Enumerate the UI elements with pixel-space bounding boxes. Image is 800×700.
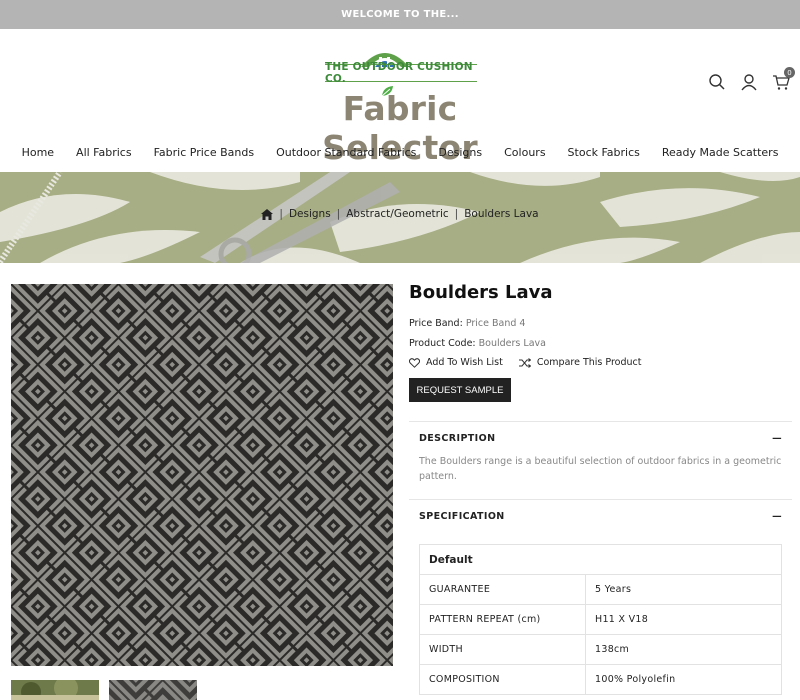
breadcrumb-current: Boulders Lava [464,208,539,220]
nav-colours[interactable]: Colours [493,139,556,171]
nav-all-fabrics[interactable]: All Fabrics [65,139,143,171]
description-toggle[interactable]: DESCRIPTION — [409,422,792,454]
breadcrumb-abstract-geometric[interactable]: Abstract/Geometric [346,208,448,220]
spec-group-heading: Default [419,544,782,575]
breadcrumb-separator: | [279,208,283,220]
product-info: Boulders Lava Price Band: Price Band 4 P… [409,280,792,402]
user-icon[interactable] [740,73,758,91]
nav-designs[interactable]: Designs [427,139,493,171]
table-row: GUARANTEE 5 Years [419,574,782,605]
spec-label: GUARANTEE [419,574,586,605]
site-header: THE OUTDOOR CUSHION CO. Fabric Selector … [0,29,800,167]
product-thumbnail-2[interactable] [109,680,197,700]
add-to-wishlist-button[interactable]: Add To Wish List [409,357,503,368]
product-thumbnail-1[interactable] [11,680,99,700]
heart-icon [409,357,420,368]
breadcrumb-separator: | [454,208,459,220]
table-row: PATTERN REPEAT (cm) H11 X V18 [419,604,782,635]
product-title: Boulders Lava [409,282,553,303]
nav-home[interactable]: Home [11,139,65,171]
price-band-value: Price Band 4 [465,318,526,329]
site-logo[interactable]: THE OUTDOOR CUSHION CO. Fabric Selector [270,43,530,167]
specification-table: Default GUARANTEE 5 Years PATTERN REPEAT… [419,544,782,695]
header-actions: 0 [708,67,795,91]
description-section: DESCRIPTION — The Boulders range is a be… [409,421,792,494]
spec-value: 100% Polyolefin [585,664,782,695]
wishlist-label: Add To Wish List [426,357,503,368]
spec-label: WIDTH [419,634,586,665]
price-band-row: Price Band: Price Band 4 [409,318,792,329]
compare-button[interactable]: Compare This Product [518,357,642,368]
shuffle-icon [518,357,531,368]
product-main-image[interactable] [11,284,393,666]
product-code-row: Product Code: Boulders Lava [409,338,792,349]
cart-count-badge: 0 [784,67,795,78]
spec-value: 138cm [585,634,782,665]
description-heading: DESCRIPTION [419,432,496,444]
price-band-label: Price Band: [409,318,463,329]
description-text: The Boulders range is a beautiful select… [419,456,782,482]
product-actions: Add To Wish List Compare This Product [409,357,792,368]
nav-ready-made-scatters[interactable]: Ready Made Scatters [651,139,790,171]
request-sample-button[interactable]: REQUEST SAMPLE [409,378,511,402]
thumbnail-fabric-image [109,680,197,700]
breadcrumb: | Designs | Abstract/Geometric | Boulder… [0,208,800,220]
product-code-value: Boulders Lava [478,338,546,349]
nav-outdoor-standard-fabrics[interactable]: Outdoor Standard Fabrics [265,139,427,171]
thumbnail-garden-image [11,680,99,700]
hero-banner: | Designs | Abstract/Geometric | Boulder… [0,172,800,263]
specification-heading: SPECIFICATION [419,510,505,522]
cart-button[interactable]: 0 [772,67,795,91]
announcement-text: WELCOME TO THE... [341,9,459,20]
collapse-minus-icon[interactable]: — [772,433,782,444]
spec-label: COMPOSITION [419,664,586,695]
table-row: COMPOSITION 100% Polyolefin [419,664,782,695]
table-row: WIDTH 138cm [419,634,782,665]
logo-company-name: THE OUTDOOR CUSHION CO. [325,61,473,85]
table-row: Default [419,544,782,575]
nav-stock-fabrics[interactable]: Stock Fabrics [557,139,651,171]
main-navigation: Home All Fabrics Fabric Price Bands Outd… [0,139,800,171]
product-code-label: Product Code: [409,338,476,349]
specification-toggle[interactable]: SPECIFICATION — [409,500,792,532]
breadcrumb-designs[interactable]: Designs [289,208,331,220]
specification-section: SPECIFICATION — [409,499,792,532]
breadcrumb-separator: | [336,208,341,220]
announcement-bar: WELCOME TO THE... [0,0,800,29]
spec-value: H11 X V18 [585,604,782,635]
logo-company-band: THE OUTDOOR CUSHION CO. [325,61,477,85]
spec-label: PATTERN REPEAT (cm) [419,604,586,635]
spec-value: 5 Years [585,574,782,605]
collapse-minus-icon[interactable]: — [772,511,782,522]
fabric-pattern-image [11,284,393,666]
compare-label: Compare This Product [536,357,642,368]
nav-fabric-price-bands[interactable]: Fabric Price Bands [143,139,265,171]
search-icon[interactable] [708,73,726,91]
home-icon[interactable] [261,208,274,220]
